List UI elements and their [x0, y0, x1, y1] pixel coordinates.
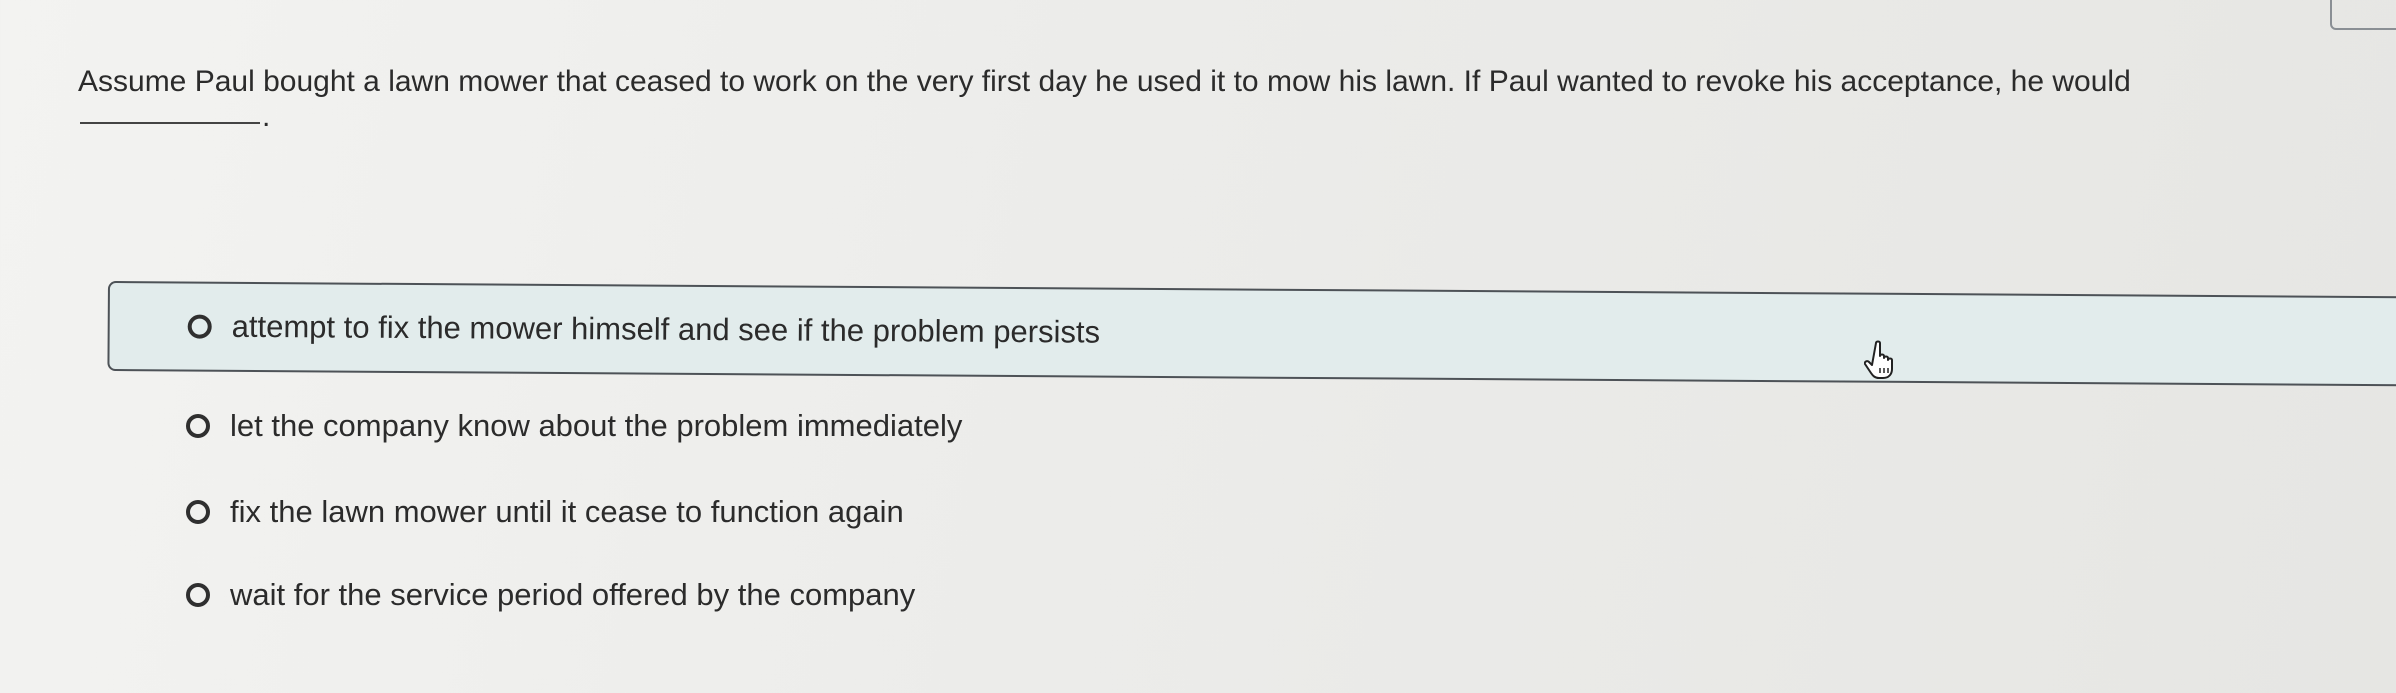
- radio-button-icon[interactable]: [187, 314, 212, 339]
- radio-button-icon[interactable]: [186, 500, 210, 524]
- option-d-label: wait for the service period offered by t…: [230, 577, 916, 612]
- option-c-label: fix the lawn mower until it cease to fun…: [230, 494, 904, 529]
- option-a-label: attempt to fix the mower himself and see…: [231, 308, 1101, 350]
- option-d[interactable]: wait for the service period offered by t…: [186, 577, 915, 613]
- option-a[interactable]: attempt to fix the mower himself and see…: [107, 281, 2396, 387]
- radio-button-icon[interactable]: [186, 414, 210, 438]
- option-b-label: let the company know about the problem i…: [230, 408, 963, 443]
- option-c[interactable]: fix the lawn mower until it cease to fun…: [186, 494, 904, 530]
- hand-pointer-icon: [1864, 340, 1893, 379]
- option-b[interactable]: let the company know about the problem i…: [186, 408, 962, 444]
- radio-button-icon[interactable]: [186, 583, 210, 607]
- answer-options: attempt to fix the mower himself and see…: [0, 0, 2396, 693]
